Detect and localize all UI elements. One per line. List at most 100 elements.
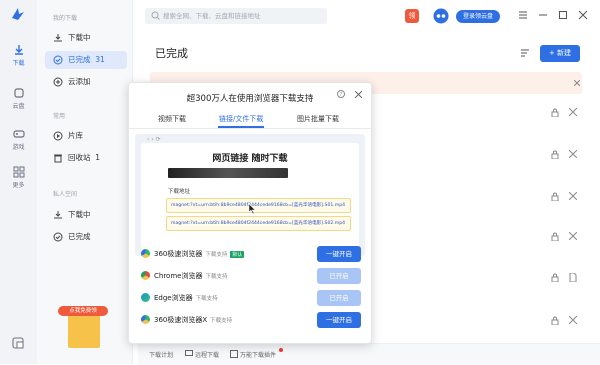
sidebar-item-library[interactable]: 片库 — [45, 127, 127, 145]
close-icon[interactable] — [574, 80, 580, 86]
browser-name: 360极速浏览器 下载支持 默认 — [154, 250, 245, 258]
row-actions — [551, 273, 581, 283]
enable-button[interactable]: 一键开启 — [317, 246, 361, 262]
enabled-button[interactable]: 已开启 — [317, 268, 361, 284]
browser-name: 360极速浏览器X 下载支持 — [154, 316, 233, 324]
plugin-icon — [230, 350, 238, 358]
count-badge: 31 — [95, 55, 105, 64]
notification-dot — [279, 348, 283, 352]
film-icon — [53, 131, 63, 141]
universal-plugin-link[interactable]: 万能下载插件 — [240, 350, 276, 359]
row-actions — [551, 316, 581, 326]
lock-icon[interactable] — [551, 273, 559, 282]
360-browser-icon — [141, 315, 150, 324]
download-icon — [54, 211, 62, 219]
sidebar-item-completed[interactable]: 已完成 31 — [45, 51, 127, 69]
default-badge: 默认 — [230, 251, 245, 258]
enable-button[interactable]: 一键开启 — [317, 312, 361, 328]
minimize-icon[interactable] — [538, 10, 548, 20]
download-plan-link[interactable]: 下载计划 — [149, 350, 173, 359]
search-input[interactable]: 搜索全网、下载、云盘和链接地址 — [145, 8, 327, 24]
chrome-icon — [141, 271, 150, 280]
maximize-icon[interactable] — [558, 10, 568, 20]
sidebar-item-label: 已完成 31 — [68, 55, 105, 64]
magnet-link[interactable]: magnet:?xt=urn:btih:8b9ce4804f2444cede91… — [166, 198, 351, 213]
browser-row-360x: 360极速浏览器X 下载支持 一键开启 — [141, 312, 363, 328]
sidebar-item-label: 片库 — [68, 131, 83, 140]
menu-icon[interactable] — [518, 10, 528, 20]
rail-item-more[interactable]: 更多 — [0, 166, 37, 189]
promo-gift[interactable]: 点我免费领 — [58, 298, 108, 356]
search-placeholder: 搜索全网、下载、云盘和链接地址 — [163, 12, 261, 20]
remote-download-link[interactable]: 远程下载 — [195, 350, 219, 359]
lock-icon[interactable] — [551, 150, 559, 159]
trash-icon — [54, 154, 62, 163]
left-rail: 下载 云盘 游戏 更多 — [0, 0, 38, 364]
demo-browser-page: 网页链接 随时下载 下载地址 magnet:?xt=urn:btih:8b9ce… — [141, 143, 359, 256]
lock-icon[interactable] — [551, 108, 559, 117]
close-icon[interactable] — [578, 10, 588, 20]
tab-video-download[interactable]: 视频下载 — [158, 114, 186, 124]
promo-label: 点我免费领 — [58, 306, 108, 316]
download-icon — [14, 45, 23, 55]
download-icon — [54, 34, 62, 42]
remote-icon — [185, 350, 193, 356]
sidebar-item-cloud-add[interactable]: 云添加 — [45, 73, 127, 91]
lock-icon[interactable] — [551, 316, 559, 325]
enabled-button[interactable]: 已开启 — [317, 290, 361, 306]
sidebar-item-label: 已完成 — [68, 232, 91, 241]
sidebar-item-label: 下载中 — [68, 33, 91, 42]
sidebar-item-label: 回收站 1 — [68, 153, 101, 162]
close-icon[interactable] — [569, 108, 577, 116]
gamepad-icon — [12, 130, 25, 138]
file-icon[interactable] — [569, 273, 577, 282]
close-icon[interactable] — [355, 91, 362, 98]
lock-icon[interactable] — [551, 192, 559, 201]
new-button[interactable]: + 新建 — [540, 45, 580, 62]
svg-text:?: ? — [340, 92, 343, 98]
gift-button[interactable]: 领 — [405, 9, 419, 23]
popup-title: 超300万人在使用浏览器下载支持 — [186, 94, 314, 104]
popup-tabs: 视频下载 链接/文件下载 图片批量下载 — [129, 112, 371, 129]
nav-arrows-icon: ‹ › ⟳ — [147, 136, 161, 143]
login-button[interactable]: 登录领云盘 — [456, 10, 500, 23]
sidebar-item-trash[interactable]: 回收站 1 — [45, 149, 127, 167]
cursor-icon — [249, 204, 256, 214]
sidebar-item-downloading[interactable]: 下载中 — [45, 29, 127, 47]
search-icon — [151, 11, 160, 20]
demo-title: 网页链接 随时下载 — [212, 154, 288, 164]
sort-icon[interactable] — [520, 48, 530, 58]
browser-row-360: 360极速浏览器 下载支持 默认 一键开启 — [141, 246, 363, 262]
sidebar-item-private-downloading[interactable]: 下载中 — [45, 206, 127, 224]
feedback-icon[interactable] — [12, 337, 24, 349]
help-icon[interactable]: ? — [337, 90, 345, 98]
demo-illustration: ‹ › ⟳ 网页链接 随时下载 下载地址 magnet:?xt=urn:btih… — [135, 134, 365, 256]
close-icon[interactable] — [569, 232, 577, 240]
page-title: 已完成 — [155, 47, 188, 60]
section-label: 私人空间 — [53, 191, 78, 198]
browser-row-chrome: Chrome浏览器 下载支持 已开启 — [141, 268, 363, 284]
avatar[interactable] — [433, 8, 449, 24]
grid-icon — [13, 166, 24, 178]
row-actions — [551, 232, 581, 242]
close-icon[interactable] — [569, 316, 577, 324]
sidebar-item-private-completed[interactable]: 已完成 — [45, 228, 127, 246]
close-icon[interactable] — [569, 150, 577, 158]
browser-support-popup: 超300万人在使用浏览器下载支持 ? 视频下载 链接/文件下载 图片批量下载 ‹… — [128, 82, 372, 344]
tab-link-file-download[interactable]: 链接/文件下载 — [219, 114, 263, 124]
rail-item-cloud[interactable]: 云盘 — [0, 87, 37, 110]
tab-image-batch-download[interactable]: 图片批量下载 — [297, 114, 339, 124]
360-browser-icon — [141, 249, 150, 258]
rail-label: 云盘 — [12, 103, 25, 110]
gift-box-icon — [68, 312, 100, 348]
count-badge: 1 — [95, 153, 101, 162]
lock-icon[interactable] — [551, 232, 559, 241]
bottom-bar: 下载计划 远程下载 万能下载插件 — [138, 343, 600, 365]
rail-item-game[interactable]: 游戏 — [0, 128, 37, 151]
cloud-icon — [13, 88, 24, 98]
edge-icon — [141, 293, 150, 302]
magnet-link[interactable]: magnet:?xt=urn:btih:8b9ce4804f2444cede91… — [166, 216, 351, 231]
close-icon[interactable] — [569, 192, 577, 200]
check-circle-icon — [53, 232, 63, 242]
rail-item-download[interactable]: 下载 — [0, 44, 37, 67]
